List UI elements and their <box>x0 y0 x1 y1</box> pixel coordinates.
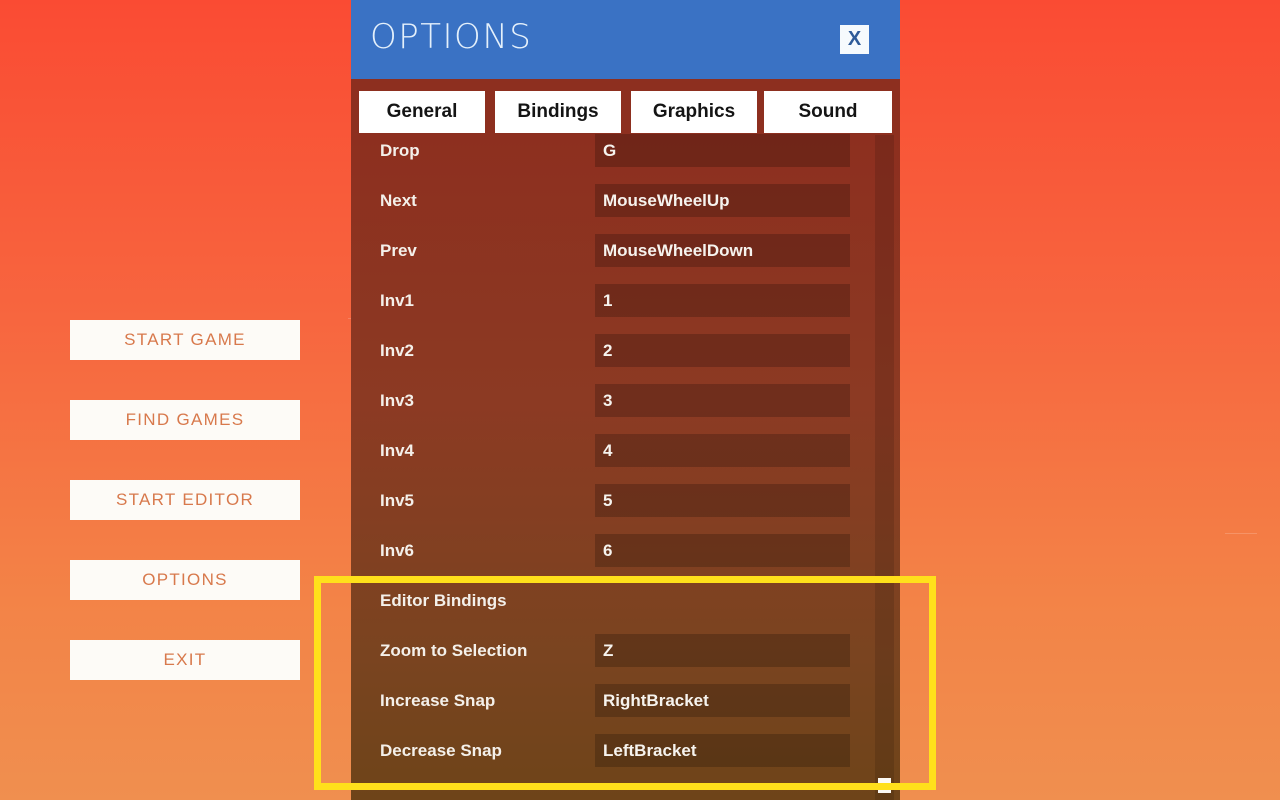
binding-row: Next MouseWheelUp <box>351 176 900 226</box>
close-icon[interactable]: X <box>840 25 869 54</box>
binding-row: Inv4 4 <box>351 426 900 476</box>
binding-row: Inv6 6 <box>351 526 900 576</box>
bindings-list: Drop G Next MouseWheelUp Prev MouseWheelDown I… <box>351 133 900 800</box>
binding-label: Prev <box>380 241 417 260</box>
dialog-body: General Bindings Graphics Sound Drop G Next Mo… <box>351 79 900 800</box>
bindings-section-header: Editor Bindings <box>351 576 900 626</box>
page-title: OPTIONS <box>370 17 533 57</box>
binding-value-text: 6 <box>603 540 613 560</box>
find-games-button[interactable]: FIND GAMES <box>70 400 300 440</box>
binding-value-text: 1 <box>603 290 613 310</box>
binding-label: Inv5 <box>380 491 415 510</box>
binding-value-text: MouseWheelDown <box>603 240 754 260</box>
dialog-titlebar: OPTIONS X <box>351 0 900 79</box>
binding-row: Inv2 2 <box>351 326 900 376</box>
binding-value-text: 2 <box>603 340 613 360</box>
game-main-menu-screen: START GAME FIND GAMES START EDITOR OPTIONS E… <box>0 0 1280 800</box>
binding-row: Inv5 5 <box>351 476 900 526</box>
binding-value-text: RightBracket <box>603 690 709 710</box>
binding-value-field[interactable]: 5 <box>595 484 850 517</box>
binding-label: Inv1 <box>380 291 415 310</box>
binding-label: Decrease Snap <box>380 741 502 760</box>
binding-row: Decrease Snap LeftBracket <box>351 726 900 776</box>
binding-value-text: G <box>603 140 617 160</box>
binding-value-field[interactable]: MouseWheelUp <box>595 184 850 217</box>
binding-value-text: MouseWheelUp <box>603 190 730 210</box>
binding-row: Drop G <box>351 126 900 176</box>
binding-value-field[interactable]: 1 <box>595 284 850 317</box>
scrollbar-down-button[interactable] <box>878 778 891 793</box>
binding-value-field[interactable]: G <box>595 134 850 167</box>
binding-label: Inv2 <box>380 341 415 360</box>
binding-value-field[interactable]: LeftBracket <box>595 734 850 767</box>
binding-row: Prev MouseWheelDown <box>351 226 900 276</box>
binding-value-field[interactable]: 6 <box>595 534 850 567</box>
main-menu: START GAME FIND GAMES START EDITOR OPTIONS E… <box>70 320 300 680</box>
binding-value-text: 3 <box>603 390 613 410</box>
start-game-button[interactable]: START GAME <box>70 320 300 360</box>
binding-label: Drop <box>380 141 420 160</box>
options-dialog: OPTIONS X General Bindings Graphics Sound D… <box>351 0 900 800</box>
binding-value-field[interactable]: 2 <box>595 334 850 367</box>
binding-label: Inv4 <box>380 441 415 460</box>
binding-value-text: 4 <box>603 440 613 460</box>
binding-value-field[interactable]: Z <box>595 634 850 667</box>
binding-value-field[interactable]: RightBracket <box>595 684 850 717</box>
binding-label: Editor Bindings <box>380 591 507 610</box>
binding-label: Zoom to Selection <box>380 641 528 660</box>
exit-button[interactable]: EXIT <box>70 640 300 680</box>
binding-row: Inv1 1 <box>351 276 900 326</box>
binding-label: Next <box>380 191 417 210</box>
binding-value-field[interactable]: 3 <box>595 384 850 417</box>
binding-row: Zoom to Selection Z <box>351 626 900 676</box>
options-button[interactable]: OPTIONS <box>70 560 300 600</box>
scrollbar-track[interactable] <box>875 135 894 800</box>
binding-row: Increase Snap RightBracket <box>351 676 900 726</box>
decorative-line-right <box>1225 533 1257 534</box>
binding-label: Increase Snap <box>380 691 496 710</box>
binding-value-text: Z <box>603 640 614 660</box>
binding-value-field[interactable]: 4 <box>595 434 850 467</box>
binding-row: Inv3 3 <box>351 376 900 426</box>
binding-value-text: 5 <box>603 490 613 510</box>
binding-label: Inv3 <box>380 391 415 410</box>
start-editor-button[interactable]: START EDITOR <box>70 480 300 520</box>
binding-value-text: LeftBracket <box>603 740 697 760</box>
binding-label: Inv6 <box>380 541 415 560</box>
binding-value-field[interactable]: MouseWheelDown <box>595 234 850 267</box>
